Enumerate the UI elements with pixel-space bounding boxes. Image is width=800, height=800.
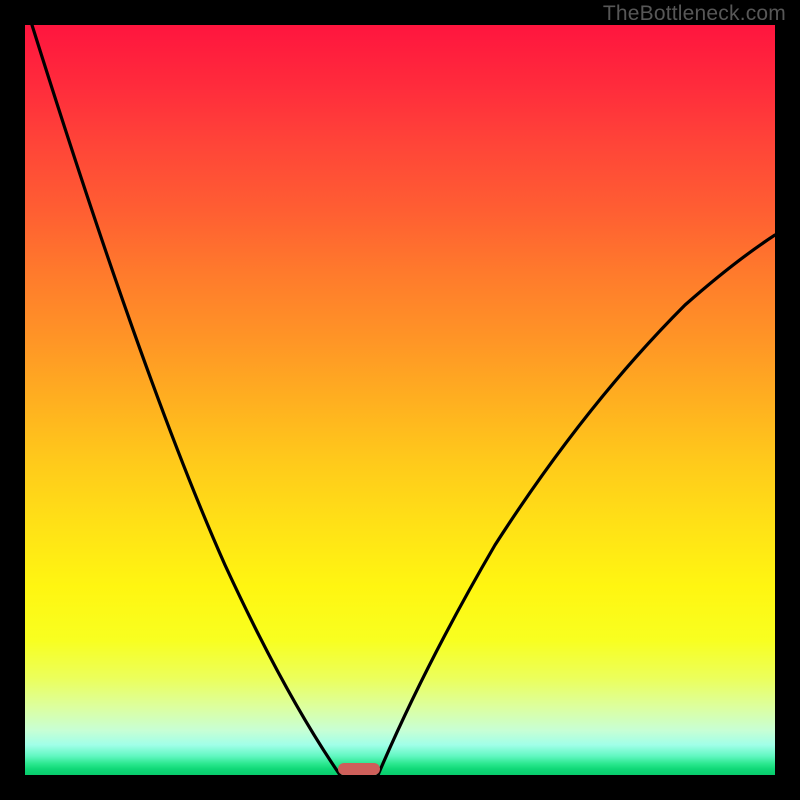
chart-frame: TheBottleneck.com — [0, 0, 800, 800]
left-curve — [32, 25, 340, 775]
watermark-text: TheBottleneck.com — [603, 2, 786, 26]
curve-layer — [25, 25, 775, 775]
bottleneck-marker — [338, 763, 380, 775]
right-curve — [378, 235, 775, 775]
plot-area — [25, 25, 775, 775]
